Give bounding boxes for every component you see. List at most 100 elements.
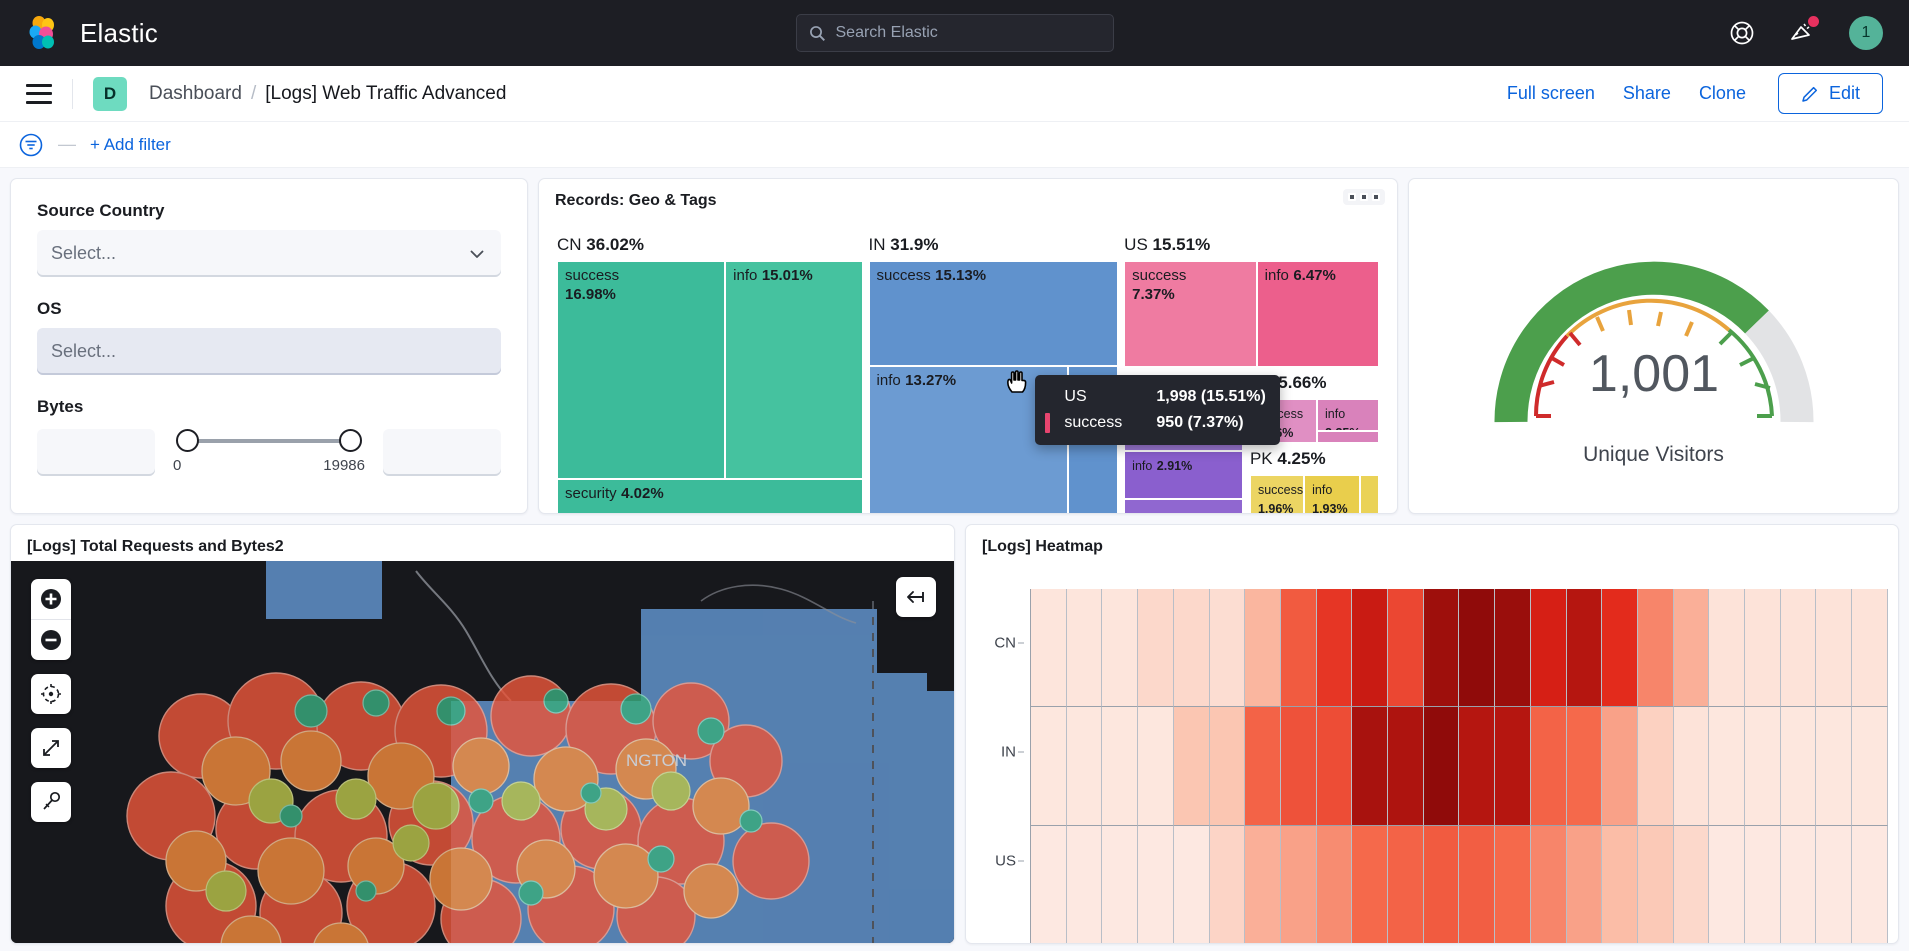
heatmap-cell[interactable] (1852, 589, 1888, 708)
heatmap-column[interactable] (1530, 589, 1567, 943)
locate-button[interactable] (31, 674, 71, 714)
heatmap-cell[interactable] (1459, 825, 1496, 943)
heatmap-cell[interactable] (1066, 707, 1103, 826)
heatmap-cell[interactable] (1352, 589, 1389, 708)
os-select[interactable]: Select... (37, 328, 501, 375)
heatmap-cell[interactable] (1637, 589, 1674, 708)
heatmap-cell[interactable] (1245, 825, 1281, 943)
zoom-in-button[interactable] (31, 579, 71, 619)
global-search-input[interactable]: Search Elastic (795, 14, 1114, 52)
bytes-max-input[interactable] (383, 428, 501, 476)
heatmap-canvas[interactable]: CN IN US (966, 561, 1888, 943)
heatmap-cell[interactable] (1459, 707, 1496, 826)
heatmap-column[interactable] (1709, 589, 1746, 943)
heatmap-cell[interactable] (1031, 707, 1067, 826)
heatmap-cell[interactable] (1173, 589, 1210, 708)
source-country-select[interactable]: Select... (37, 230, 501, 277)
heatmap-column[interactable] (1852, 589, 1888, 943)
heatmap-cell[interactable] (1745, 589, 1781, 708)
heatmap-cell[interactable] (1102, 825, 1139, 943)
range-handle-max[interactable] (339, 429, 362, 452)
heatmap-cell[interactable] (1316, 825, 1353, 943)
heatmap-cell[interactable] (1566, 707, 1603, 826)
heatmap-column[interactable] (1780, 589, 1817, 943)
map-canvas[interactable]: NGTON (11, 561, 954, 943)
treemap-cell[interactable]: success 1.96% (1249, 475, 1305, 513)
add-filter-button[interactable]: + Add filter (90, 135, 171, 155)
heatmap-cell[interactable] (1673, 707, 1710, 826)
heatmap-cell[interactable] (1780, 589, 1817, 708)
heatmap-cell[interactable] (1602, 589, 1638, 708)
heatmap-column[interactable] (1031, 589, 1067, 943)
heatmap-cell[interactable] (1852, 825, 1888, 943)
filter-icon[interactable] (18, 132, 44, 158)
heatmap-cell[interactable] (1173, 707, 1210, 826)
heatmap-cell[interactable] (1209, 589, 1246, 708)
treemap-cell[interactable]: security 4.02% (557, 479, 863, 513)
heatmap-cell[interactable] (1423, 589, 1460, 708)
heatmap-cell[interactable] (1102, 589, 1139, 708)
heatmap-cell[interactable] (1102, 707, 1139, 826)
heatmap-column[interactable] (1459, 589, 1496, 943)
heatmap-cell[interactable] (1316, 589, 1353, 708)
heatmap-cell[interactable] (1816, 589, 1853, 708)
heatmap-cell[interactable] (1352, 707, 1389, 826)
heatmap-cell[interactable] (1423, 707, 1460, 826)
heatmap-cell[interactable] (1280, 589, 1317, 708)
heatmap-cell[interactable] (1066, 589, 1103, 708)
heatmap-cell[interactable] (1709, 825, 1746, 943)
treemap-cell[interactable]: success 15.13% (868, 261, 1119, 366)
heatmap-cell[interactable] (1816, 707, 1853, 826)
heatmap-column[interactable] (1066, 589, 1103, 943)
heatmap-cell[interactable] (1352, 825, 1389, 943)
range-handle-min[interactable] (176, 429, 199, 452)
heatmap-column[interactable] (1602, 589, 1638, 943)
heatmap-cell[interactable] (1495, 707, 1531, 826)
heatmap-column[interactable] (1423, 589, 1460, 943)
heatmap-cell[interactable] (1031, 825, 1067, 943)
megaphone-icon[interactable] (1789, 16, 1819, 46)
zoom-out-button[interactable] (31, 620, 71, 660)
treemap-cell[interactable]: info 1.93% (1304, 475, 1360, 513)
breadcrumb-parent[interactable]: Dashboard (149, 83, 242, 105)
heatmap-cell[interactable] (1388, 589, 1424, 708)
heatmap-cell[interactable] (1816, 825, 1853, 943)
heatmap-cell[interactable] (1673, 589, 1710, 708)
heatmap-column[interactable] (1388, 589, 1424, 943)
heatmap-cell[interactable] (1566, 589, 1603, 708)
heatmap-cell[interactable] (1138, 707, 1174, 826)
heatmap-column[interactable] (1673, 589, 1710, 943)
treemap-cell[interactable] (1124, 499, 1244, 513)
heatmap-cell[interactable] (1459, 589, 1496, 708)
heatmap-cell[interactable] (1780, 707, 1817, 826)
heatmap-cell[interactable] (1530, 707, 1567, 826)
treemap-cell[interactable] (1317, 431, 1379, 443)
heatmap-cell[interactable] (1173, 825, 1210, 943)
heatmap-column[interactable] (1745, 589, 1781, 943)
heatmap-column[interactable] (1138, 589, 1174, 943)
heatmap-cell[interactable] (1745, 825, 1781, 943)
heatmap-cell[interactable] (1209, 707, 1246, 826)
avatar[interactable]: 1 (1849, 16, 1883, 50)
heatmap-cell[interactable] (1388, 707, 1424, 826)
heatmap-cell[interactable] (1709, 707, 1746, 826)
heatmap-cell[interactable] (1530, 825, 1567, 943)
heatmap-column[interactable] (1209, 589, 1246, 943)
heatmap-cell[interactable] (1602, 707, 1638, 826)
fullscreen-button[interactable] (31, 728, 71, 768)
heatmap-cell[interactable] (1495, 589, 1531, 708)
treemap-cell[interactable]: info 2.35% (1317, 399, 1379, 431)
heatmap-cell[interactable] (1637, 707, 1674, 826)
collapse-legend-button[interactable] (896, 577, 936, 617)
heatmap-grid[interactable] (1030, 589, 1888, 943)
bytes-min-input[interactable] (37, 428, 155, 476)
edit-button[interactable]: Edit (1777, 73, 1883, 114)
heatmap-cell[interactable] (1780, 825, 1817, 943)
heatmap-cell[interactable] (1423, 825, 1460, 943)
tools-menu-button[interactable] (31, 782, 71, 822)
heatmap-column[interactable] (1102, 589, 1139, 943)
heatmap-column[interactable] (1352, 589, 1389, 943)
heatmap-cell[interactable] (1566, 825, 1603, 943)
heatmap-cell[interactable] (1316, 707, 1353, 826)
heatmap-column[interactable] (1637, 589, 1674, 943)
